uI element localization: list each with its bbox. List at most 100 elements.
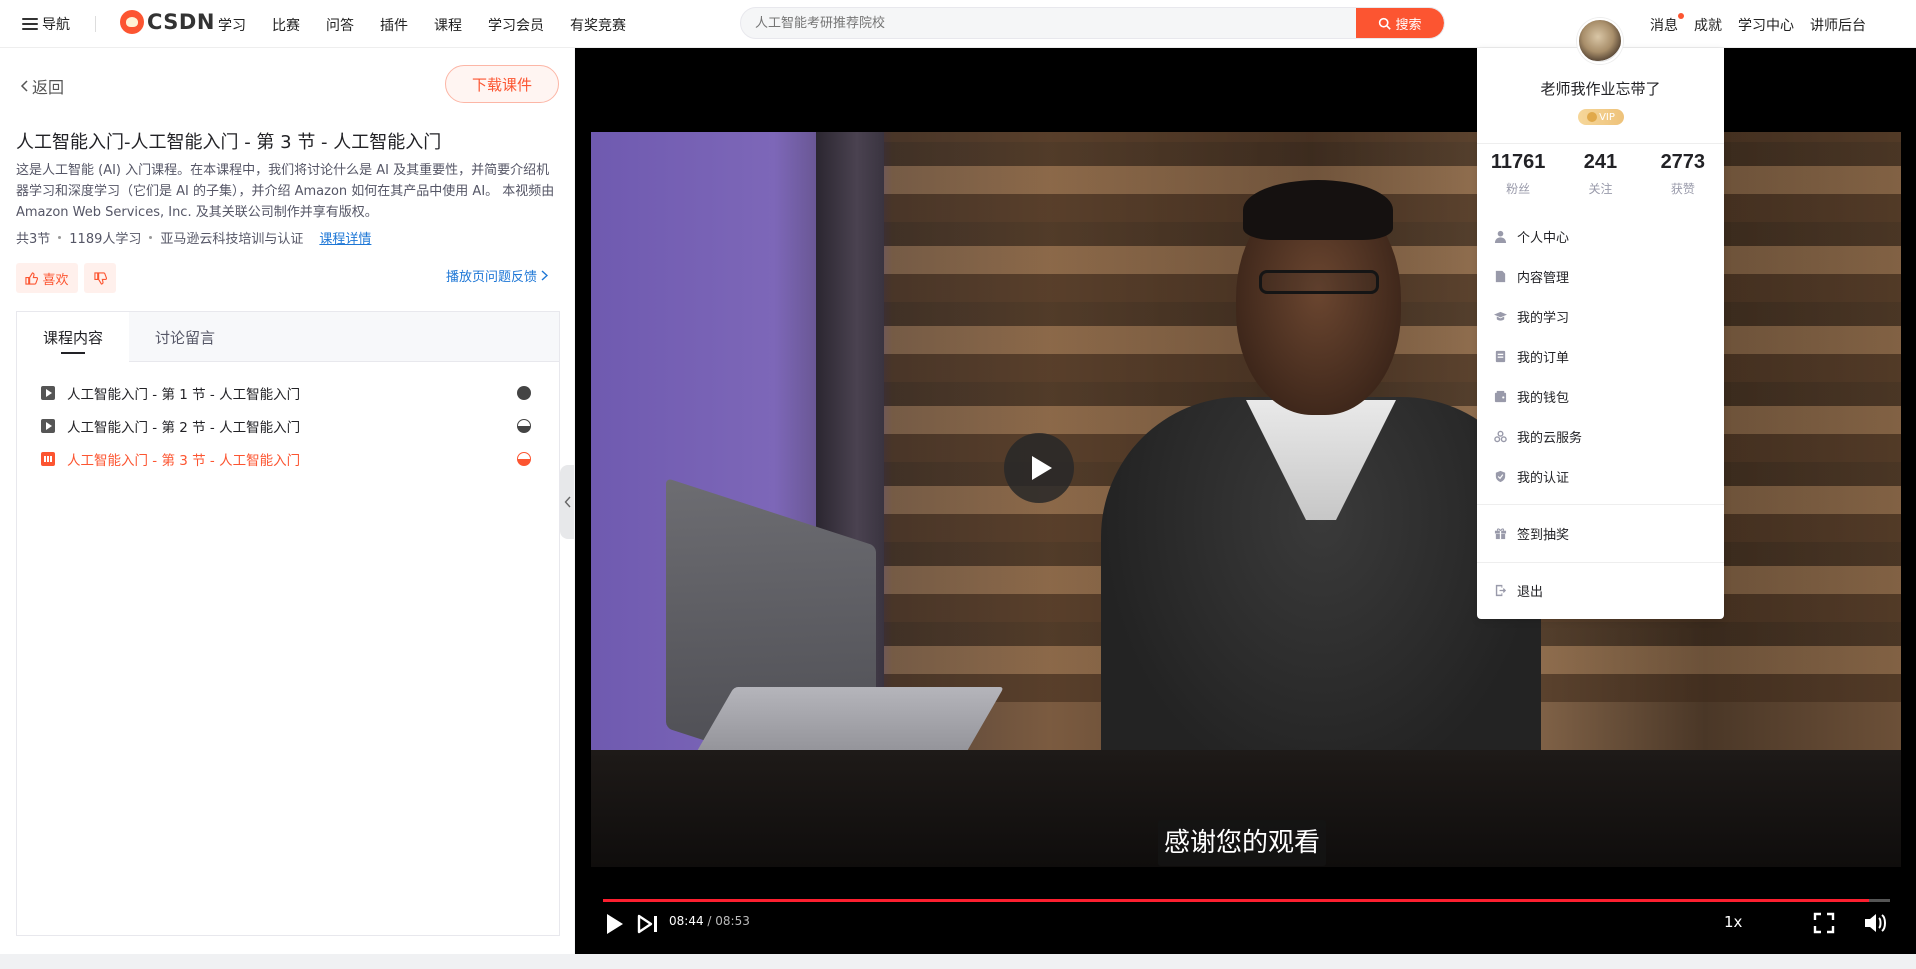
menu-item-profile[interactable]: 个人中心: [1494, 226, 1704, 246]
hamburger-icon: [22, 18, 38, 30]
vip-badge[interactable]: VIP: [1578, 109, 1624, 125]
dislike-button[interactable]: [84, 263, 116, 293]
volume-icon[interactable]: [1863, 912, 1887, 934]
next-track-icon[interactable]: [636, 914, 660, 934]
user-stats: 11761 粉丝 241 关注 2773 获赞: [1477, 151, 1724, 197]
menu-item-label: 签到抽奖: [1517, 527, 1570, 543]
user-avatar[interactable]: [1577, 18, 1623, 64]
logout-icon: [1495, 584, 1507, 596]
stat-label: 获赞: [1670, 182, 1695, 196]
time-display: 08:44 / 08:53: [669, 914, 750, 928]
back-button[interactable]: 返回: [20, 74, 64, 98]
menu-item-my-orders[interactable]: 我的订单: [1494, 346, 1704, 366]
nav-link-contest[interactable]: 比赛: [272, 15, 300, 35]
learning-center-link[interactable]: 学习中心: [1738, 15, 1794, 35]
lesson-title: 人工智能入门 - 第 3 节 - 人工智能入门: [67, 453, 301, 469]
like-button[interactable]: 喜欢: [16, 263, 78, 293]
lesson-item-current[interactable]: 人工智能入门 - 第 3 节 - 人工智能入门: [41, 448, 551, 470]
stat-likes[interactable]: 2773 获赞: [1642, 151, 1724, 197]
user-name: 老师我作业忘带了: [1540, 80, 1661, 98]
center-play-button[interactable]: [1004, 433, 1074, 503]
search-button[interactable]: 搜索: [1356, 8, 1444, 38]
menu-item-logout[interactable]: 退出: [1494, 580, 1704, 600]
logo-text: CSDN: [147, 10, 215, 34]
user-dropdown-menu: 老师我作业忘带了 VIP 11761 粉丝 241 关注 2773 获赞 个人中…: [1477, 48, 1724, 619]
menu-item-my-wallet[interactable]: 我的钱包: [1494, 386, 1704, 406]
course-description: 这是人工智能 (AI) 入门课程。在本课程中，我们将讨论什么是 AI 及其重要性…: [16, 163, 555, 220]
tab-discussion[interactable]: 讨论留言: [129, 312, 241, 362]
nav-link-plugin[interactable]: 插件: [380, 15, 408, 35]
nav-link-prize-contest[interactable]: 有奖竞赛: [570, 15, 626, 35]
gift-icon: [1494, 527, 1507, 539]
course-info-panel: 返回 下载课件 人工智能入门-人工智能入门 - 第 3 节 - 人工智能入门 这…: [0, 48, 574, 954]
menu-item-cloud-services[interactable]: 我的云服务: [1494, 426, 1704, 446]
csdn-logo[interactable]: CSDN: [120, 10, 215, 34]
cloud-service-icon: [1494, 430, 1507, 442]
shield-check-icon: [1495, 470, 1506, 482]
fullscreen-icon[interactable]: [1813, 912, 1835, 934]
nav-link-courses[interactable]: 课程: [434, 15, 462, 35]
messages-link[interactable]: 消息: [1650, 13, 1684, 35]
lesson-item[interactable]: 人工智能入门 - 第 1 节 - 人工智能入门: [41, 382, 551, 404]
meta-separator: [149, 236, 153, 239]
menu-item-label: 我的订单: [1517, 350, 1570, 366]
stat-label: 关注: [1588, 182, 1613, 196]
current-time: 08:44: [669, 914, 704, 928]
course-meta: 共3节 1189人学习 亚马逊云科技培训与认证 课程详情: [16, 228, 371, 247]
stat-followers[interactable]: 11761 粉丝: [1477, 151, 1559, 197]
unread-dot: [1678, 13, 1684, 19]
menu-item-label: 我的认证: [1517, 470, 1570, 486]
search-input[interactable]: [741, 8, 1356, 38]
learner-count: 1189人学习: [69, 232, 142, 247]
vip-crown-icon: [1587, 112, 1598, 122]
collapse-sidebar-button[interactable]: [560, 465, 574, 539]
stat-value: 2773: [1660, 151, 1706, 173]
nav-link-membership[interactable]: 学习会员: [488, 15, 544, 35]
section-count: 共3节: [16, 232, 51, 247]
presenter-figure: [1259, 270, 1379, 294]
achievements-link[interactable]: 成就: [1694, 15, 1722, 35]
video-play-icon: [41, 386, 55, 400]
back-label: 返回: [32, 78, 65, 97]
playback-speed-button[interactable]: 1x: [1724, 913, 1742, 931]
progress-complete-icon: [517, 386, 531, 400]
menu-item-checkin-lottery[interactable]: 签到抽奖: [1494, 523, 1704, 543]
vip-label: VIP: [1599, 111, 1615, 123]
course-tabs: 课程内容 讨论留言 人工智能入门 - 第 1 节 - 人工智能入门 人工智能入门…: [16, 311, 560, 936]
chevron-right-icon: [541, 270, 549, 281]
menu-item-my-learning[interactable]: 我的学习: [1494, 306, 1704, 326]
nav-menu-button[interactable]: 导航: [22, 14, 70, 34]
lesson-title: 人工智能入门 - 第 2 节 - 人工智能入门: [67, 420, 301, 436]
divider: [95, 16, 96, 32]
nav-link-qa[interactable]: 问答: [326, 15, 354, 35]
stat-value: 241: [1583, 151, 1618, 173]
document-icon: [1495, 270, 1506, 282]
lesson-item[interactable]: 人工智能入门 - 第 2 节 - 人工智能入门: [41, 415, 551, 437]
progress-bar[interactable]: [603, 899, 1890, 902]
search-icon: [1379, 17, 1392, 30]
play-icon[interactable]: [605, 914, 625, 934]
divider: [1477, 562, 1724, 563]
nav-link-study[interactable]: 学习: [218, 15, 246, 35]
presenter-figure: [1243, 180, 1393, 240]
now-playing-icon: [41, 452, 55, 466]
menu-item-certification[interactable]: 我的认证: [1494, 466, 1704, 486]
course-provider: 亚马逊云科技培训与认证: [160, 232, 304, 247]
course-detail-link[interactable]: 课程详情: [319, 228, 371, 247]
like-label: 喜欢: [42, 272, 69, 288]
menu-item-content-management[interactable]: 内容管理: [1494, 266, 1704, 286]
tab-course-content[interactable]: 课程内容: [17, 312, 129, 363]
divider: [1477, 504, 1724, 505]
stat-label: 粉丝: [1506, 182, 1531, 196]
chevron-left-icon: [564, 496, 571, 508]
menu-item-label: 退出: [1517, 584, 1544, 600]
stat-following[interactable]: 241 关注: [1559, 151, 1641, 197]
progress-half-icon: [517, 419, 531, 433]
progress-fill: [603, 899, 1870, 902]
feedback-label: 播放页问题反馈: [446, 270, 538, 285]
instructor-console-link[interactable]: 讲师后台: [1810, 15, 1866, 35]
top-navbar: 导航 CSDN 学习 比赛 问答 插件 课程 学习会员 有奖竞赛 搜索 消息 成…: [0, 0, 1916, 48]
download-courseware-button[interactable]: 下载课件: [445, 65, 559, 103]
total-duration: 08:53: [715, 914, 750, 928]
playback-feedback-link[interactable]: 播放页问题反馈: [446, 266, 549, 285]
